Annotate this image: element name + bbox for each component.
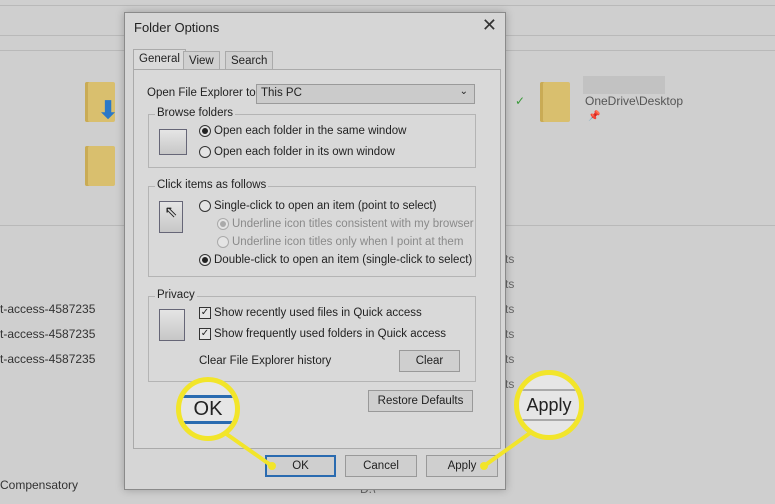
ok-callout-line (223, 431, 274, 468)
apply-callout-text: Apply (526, 394, 572, 415)
apply-callout-line (482, 431, 532, 468)
ok-callout-dot (268, 462, 276, 470)
apply-callout-magnifier: Apply (514, 370, 584, 440)
ok-callout-text: OK (193, 397, 223, 420)
apply-callout-dot (480, 462, 488, 470)
callout-lines (223, 431, 532, 470)
ok-callout-magnifier: OK (176, 377, 240, 441)
